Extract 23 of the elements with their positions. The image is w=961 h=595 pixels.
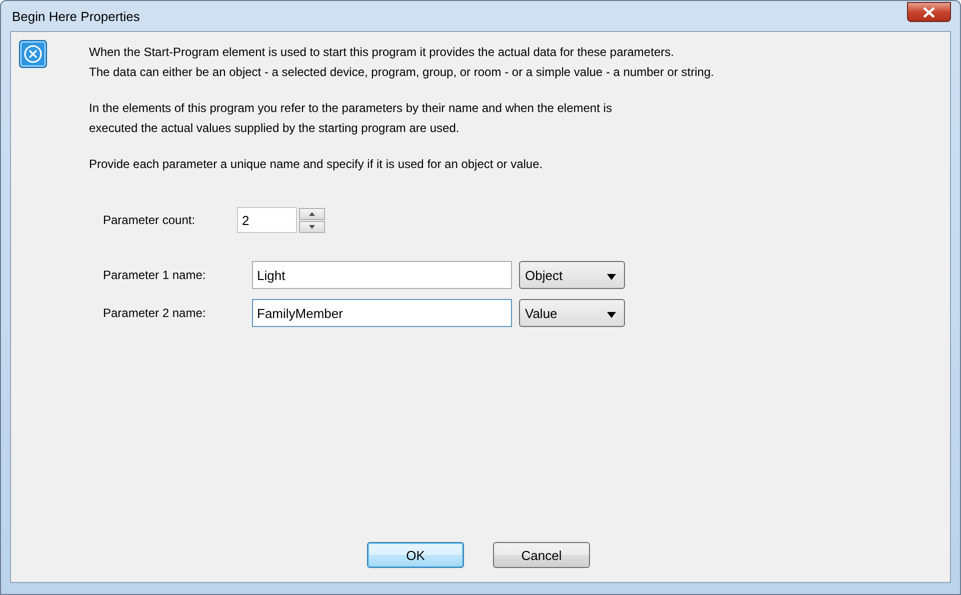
count-field[interactable]: 2: [237, 207, 297, 233]
instruction-text: In the elements of this program you refer to the parameters by their name and when the element is executed the actual values supplied by the starting program are used.: [89, 100, 613, 137]
cancel-circle-icon: [19, 40, 47, 68]
dialog-button[interactable]: Cancel: [493, 542, 590, 568]
type-dropdown[interactable]: Object: [519, 261, 625, 289]
name-field[interactable]: FamilyMember: [252, 299, 512, 327]
spin-up-button[interactable]: [299, 208, 325, 220]
window-title: Begin Here Properties: [11, 8, 141, 24]
up-arrow-icon: [308, 210, 316, 216]
name-field[interactable]: Light: [252, 261, 512, 289]
close-button[interactable]: [907, 2, 951, 22]
close-icon: [922, 6, 936, 18]
dropdown-arrow-icon: [607, 274, 616, 280]
field-label: Parameter 2 name:: [103, 306, 207, 320]
type-dropdown[interactable]: Value: [519, 299, 625, 327]
down-arrow-icon: [308, 224, 316, 230]
dialog-button[interactable]: OK: [367, 542, 464, 568]
instruction-text: Provide each parameter a unique name and specify if it is used for an object or value.: [89, 156, 544, 173]
dropdown-arrow-icon: [607, 312, 616, 318]
field-label: Parameter count:: [103, 213, 196, 227]
field-label: Parameter 1 name:: [103, 268, 207, 282]
spin-down-button[interactable]: [299, 220, 325, 232]
instruction-text: When the Start-Program element is used to start this program it provides the actual data for these parameters. The data can either be an object - a selected device, program, group, or room - or a simple value - a number or string.: [89, 44, 714, 81]
